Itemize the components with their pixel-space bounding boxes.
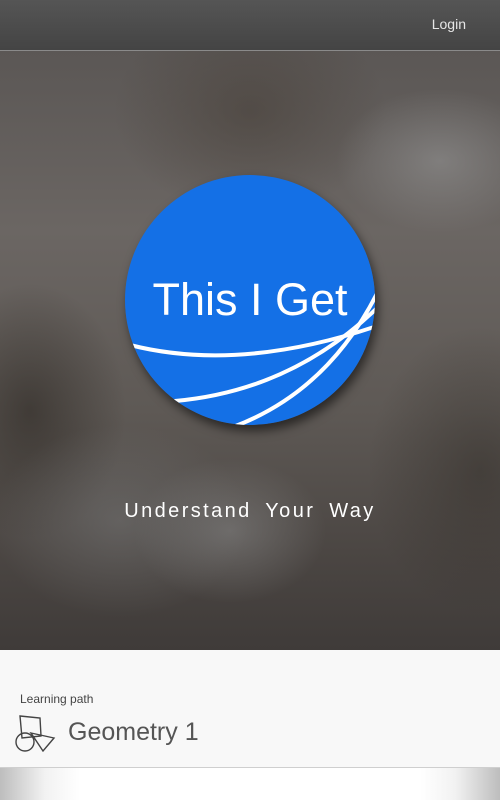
top-bar: Login xyxy=(0,0,500,51)
learning-path-label: Learning path xyxy=(20,692,94,706)
learning-path-section: Learning path Geometry 1 xyxy=(0,650,500,767)
learning-path-title: Geometry 1 xyxy=(68,718,199,746)
geometry-shapes-icon xyxy=(15,715,56,752)
login-link[interactable]: Login xyxy=(432,16,466,32)
logo-circle-icon: This I Get xyxy=(125,175,375,425)
tagline: Understand Your Way xyxy=(124,500,376,522)
bottom-strip xyxy=(0,767,500,800)
app-logo: This I Get xyxy=(125,175,375,425)
learning-path-item[interactable]: Geometry 1 xyxy=(14,712,314,752)
logo-text: This I Get xyxy=(152,274,348,325)
hero-banner: This I Get Understand Your Way xyxy=(0,51,500,650)
